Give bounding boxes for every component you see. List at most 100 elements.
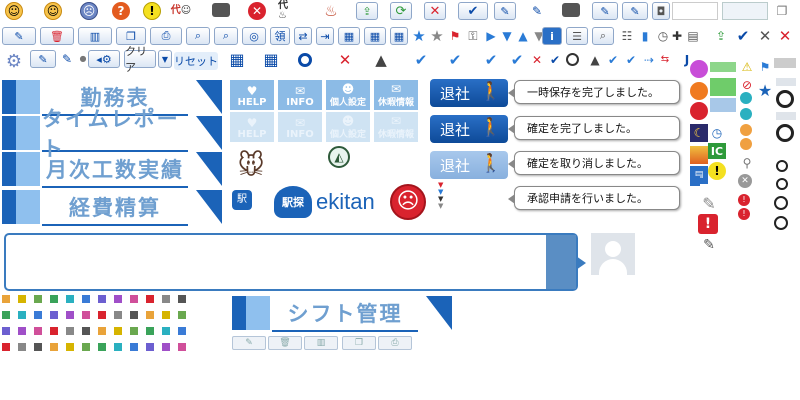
blank-field-2[interactable] bbox=[722, 2, 768, 20]
gear-icon[interactable]: ⚙ bbox=[2, 51, 26, 73]
leave-label: 退社 bbox=[440, 84, 471, 103]
color-swatch bbox=[130, 311, 138, 319]
sliders-icon: ☷ bbox=[621, 29, 633, 43]
substitute-bath-icon: 代♨ bbox=[278, 0, 288, 21]
cancel-circle-icon[interactable]: ✕ bbox=[248, 2, 266, 20]
help-button[interactable]: ♥ HELP bbox=[230, 80, 274, 110]
red-exclaim-small-icon: ! bbox=[738, 194, 750, 206]
receipt-button[interactable]: 領 bbox=[270, 27, 290, 45]
book-button[interactable]: ▥ bbox=[78, 27, 112, 45]
info-label: INFO bbox=[286, 97, 314, 108]
edit-doc-icon: ✎ bbox=[702, 194, 716, 213]
color-swatch bbox=[98, 327, 106, 335]
flag-icon: ⚑ bbox=[449, 29, 461, 43]
key-icon: ⚿ bbox=[468, 29, 478, 43]
warning-triangle-icon: ⚠ bbox=[741, 60, 753, 74]
nav-tab-accent bbox=[16, 152, 40, 186]
orange-dot-icon bbox=[740, 124, 752, 136]
check-button[interactable]: ✔ bbox=[458, 2, 488, 20]
color-swatch bbox=[114, 311, 122, 319]
nav-tail bbox=[426, 296, 452, 330]
calendar-icon-2: ▦ bbox=[263, 50, 279, 69]
color-swatch bbox=[2, 327, 10, 335]
input-side-tab bbox=[546, 235, 576, 289]
delete-button[interactable]: 🗑 bbox=[40, 27, 74, 45]
arrows-red-icon: ⇆ bbox=[660, 54, 670, 65]
disabled-copy-button: ❐ bbox=[342, 336, 376, 350]
ring-black-icon bbox=[774, 196, 788, 210]
color-swatch bbox=[66, 343, 74, 351]
red-circle-icon bbox=[690, 102, 708, 120]
star-gray-icon: ★ bbox=[430, 26, 444, 45]
search-button[interactable]: ⌕ bbox=[186, 27, 210, 45]
color-palette bbox=[2, 295, 202, 359]
substitute-icon: 代 ☺ bbox=[170, 5, 192, 16]
ring-black-icon-2 bbox=[774, 216, 788, 230]
nav-shift[interactable]: シフト管理 bbox=[232, 296, 454, 332]
briefcase-icon bbox=[212, 3, 230, 17]
edit-pencil-button[interactable]: ✎ bbox=[494, 2, 516, 20]
color-swatch bbox=[82, 311, 90, 319]
black-ring-icon bbox=[776, 90, 794, 108]
ring-small-icon bbox=[566, 53, 579, 66]
reset-button[interactable]: リセット bbox=[174, 52, 218, 70]
pen-button[interactable]: ✎ bbox=[30, 50, 56, 68]
info-button-main[interactable]: ✉ INFO bbox=[278, 80, 322, 110]
leave-info-button[interactable]: ✉ 休暇情報 bbox=[374, 80, 418, 110]
help-button-disabled: ♥ HELP bbox=[230, 112, 274, 142]
leave-button[interactable]: 退社 🚶 bbox=[430, 79, 508, 107]
star-blue-icon: ★ bbox=[412, 26, 426, 45]
close-x-button[interactable]: ✕ bbox=[424, 2, 446, 20]
speech-icon: ✉ bbox=[294, 116, 306, 130]
pencil-edit-button[interactable]: ✎ bbox=[592, 2, 618, 20]
color-swatch bbox=[50, 311, 58, 319]
blank-field[interactable] bbox=[672, 2, 718, 20]
search-zoom-button[interactable]: ⌕ bbox=[214, 27, 238, 45]
ring-icon bbox=[298, 53, 312, 67]
comment-input[interactable] bbox=[4, 233, 578, 291]
calendar-grid-button-2[interactable]: ▦ bbox=[364, 27, 386, 45]
info-button[interactable]: i bbox=[542, 27, 562, 45]
target-icon-2 bbox=[776, 178, 788, 190]
color-swatch bbox=[146, 295, 154, 303]
sad-red-face-icon: ☹ bbox=[390, 184, 426, 220]
help-label: HELP bbox=[237, 129, 267, 140]
walking-man-icon: 🚶 bbox=[479, 81, 502, 102]
transfer-button[interactable]: ⇄ bbox=[294, 27, 312, 45]
green-bar bbox=[710, 62, 736, 72]
color-swatch bbox=[18, 343, 26, 351]
refresh-button[interactable]: ⟳ bbox=[390, 2, 412, 20]
avatar-head bbox=[605, 241, 621, 257]
color-swatch bbox=[66, 295, 74, 303]
nav-time-report[interactable]: タイムレポート bbox=[2, 107, 224, 161]
calendar-grid-button-3[interactable]: ▦ bbox=[390, 27, 408, 45]
smile-face-icon: ☺ bbox=[5, 2, 23, 20]
station-button[interactable]: ◎ bbox=[242, 27, 266, 45]
leave-button-pressed[interactable]: 退社 🚶 bbox=[430, 115, 508, 143]
magnify-button[interactable]: ⌕ bbox=[592, 27, 614, 45]
pencil-edit-button-2[interactable]: ✎ bbox=[622, 2, 648, 20]
settings-button[interactable]: ◂⚙ bbox=[88, 50, 120, 68]
calendar-grid-button[interactable]: ▦ bbox=[338, 27, 360, 45]
nav-expense[interactable]: 経費精算 bbox=[2, 190, 224, 226]
dropdown-button[interactable]: ▼ bbox=[158, 50, 172, 68]
color-swatch bbox=[146, 311, 154, 319]
nav-monthly-hours[interactable]: 月次工数実績 bbox=[2, 152, 224, 188]
camera-button[interactable]: ◘ bbox=[652, 2, 670, 20]
upload-button[interactable]: ⇪ bbox=[356, 2, 378, 20]
message-confirmed: 確定を完了しました。 bbox=[508, 116, 680, 140]
avatar-body bbox=[599, 259, 627, 275]
export-button[interactable]: ⇥ bbox=[316, 27, 334, 45]
mascot-icon: 🐭 bbox=[237, 151, 265, 181]
list-button[interactable]: ☰ bbox=[566, 27, 588, 45]
edit-button[interactable]: ✎ bbox=[2, 27, 36, 45]
bar-chart-icon: ▮ bbox=[641, 29, 649, 43]
light-bar-2 bbox=[776, 112, 796, 120]
color-swatch bbox=[114, 327, 122, 335]
ic-badge: IC bbox=[708, 143, 726, 159]
clear-button[interactable]: クリア bbox=[124, 45, 156, 74]
x-red-icon: ✕ bbox=[778, 26, 792, 45]
message-cancelled: 確定を取り消しました。 bbox=[508, 151, 680, 175]
personal-settings-button[interactable]: ☻ 個人設定 bbox=[326, 80, 370, 110]
red-exclaim-box-icon: ! bbox=[698, 214, 718, 234]
